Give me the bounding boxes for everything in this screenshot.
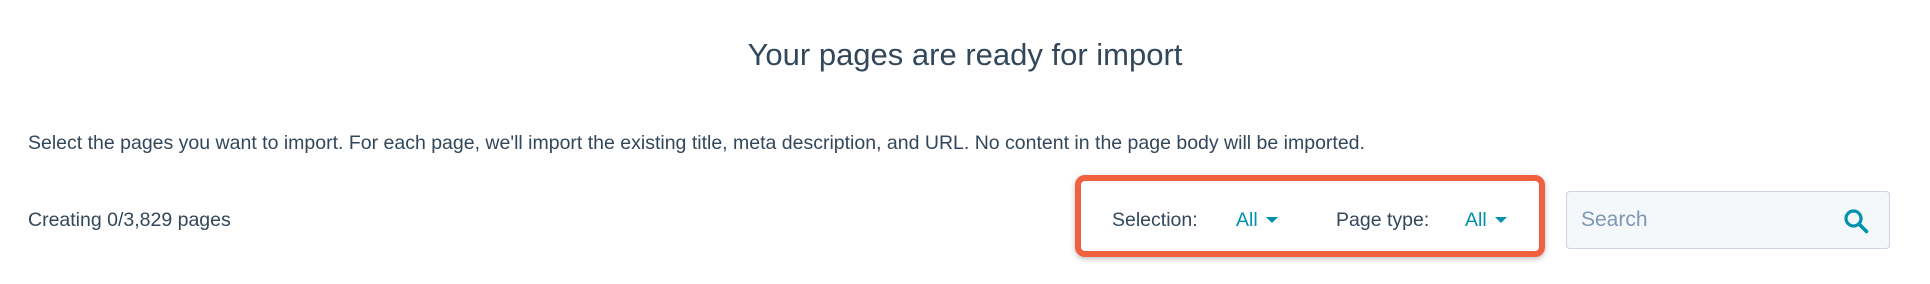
page-type-filter-value: All (1465, 209, 1487, 231)
selection-filter-value: All (1236, 209, 1258, 231)
search-box (1566, 191, 1890, 249)
caret-down-icon (1494, 216, 1507, 223)
selection-filter-label: Selection: (1112, 209, 1198, 231)
search-input[interactable] (1581, 192, 1831, 248)
page-type-filter-dropdown[interactable]: All (1465, 207, 1507, 233)
selection-filter-dropdown[interactable]: All (1236, 207, 1278, 233)
page-type-filter-label: Page type: (1336, 209, 1430, 231)
caret-down-icon (1265, 216, 1278, 223)
page-title: Your pages are ready for import (747, 37, 1183, 72)
import-progress-text: Creating 0/3,829 pages (28, 209, 231, 231)
import-instructions: Select the pages you want to import. For… (28, 132, 1365, 154)
search-icon[interactable] (1843, 208, 1869, 234)
